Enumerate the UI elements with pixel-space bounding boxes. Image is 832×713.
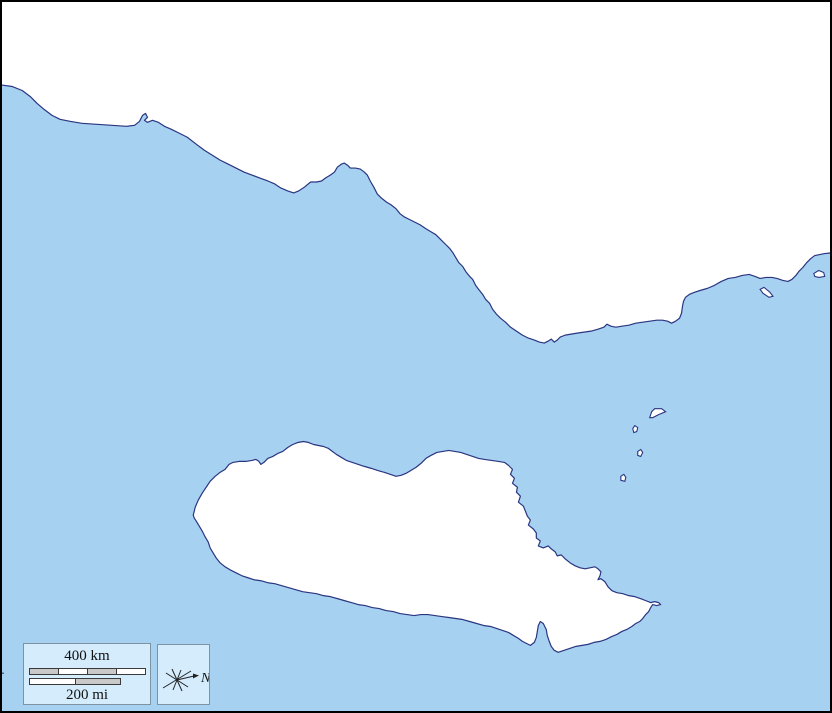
outline-map [2,2,830,711]
north-indicator-box: N [157,644,210,705]
map-canvas: 400 km 200 mi N [0,0,832,713]
scale-bar-km [29,668,146,675]
compass-star-icon: N [158,645,209,704]
north-label: N [200,671,209,686]
north-arrow-icon [193,674,199,679]
islet-2 [633,426,638,433]
scale-bar-box: 400 km 200 mi [23,643,151,705]
scale-km-label: 400 km [24,649,150,664]
scale-segment [76,679,121,684]
scale-segment [30,679,76,684]
scale-segment [59,669,88,674]
scale-segment [30,669,59,674]
islet-4 [621,474,626,481]
scale-segment [117,669,145,674]
copyright-text: © d-maps.com [0,644,4,705]
scale-mi-label: 200 mi [24,688,150,703]
scale-bar-mi [29,678,121,685]
scale-segment [88,669,117,674]
